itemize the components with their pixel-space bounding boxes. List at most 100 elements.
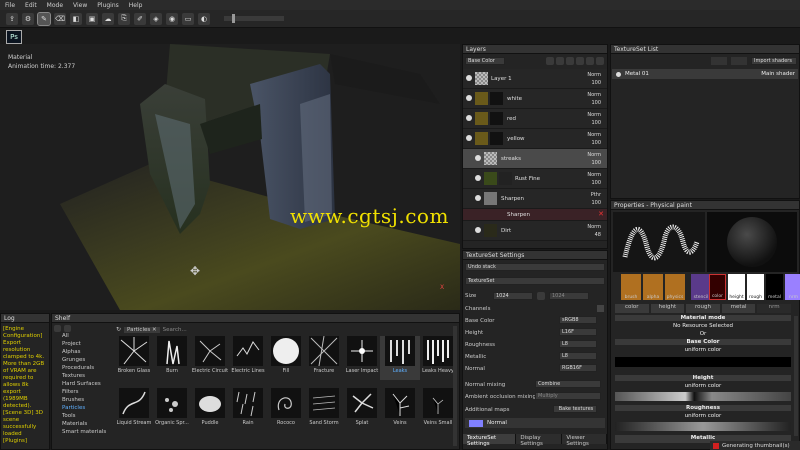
layer-blend[interactable]: Norm 100 [587,131,601,147]
bake-textures-button[interactable]: Bake textures [553,405,597,413]
color-picker-icon[interactable]: ✐ [134,12,146,25]
close-icon[interactable]: ✕ [598,210,604,218]
visibility-eye-icon[interactable] [466,75,472,81]
layer-blend[interactable]: Norm 100 [587,91,601,107]
shelf-item[interactable]: Rain [228,388,268,432]
channel-format[interactable]: L8 [559,340,597,348]
tab-metal[interactable]: metal [721,304,756,313]
shelf-search-input[interactable]: Search... [163,327,187,333]
toolbar-slider[interactable] [224,14,284,23]
shelf-item[interactable]: Sand Storm [304,388,344,432]
visibility-eye-icon[interactable] [475,195,481,201]
channel-select[interactable]: Base Color [465,57,505,65]
layer-row[interactable]: Layer 1 Norm 100 [463,69,607,89]
tab-height[interactable]: height [650,304,685,313]
layer-row[interactable]: red Norm 100 [463,109,607,129]
shelf-item[interactable]: Rococo [266,388,306,432]
menu-file[interactable]: File [5,2,15,9]
chip-alpha[interactable]: alpha [643,274,663,300]
material-mode-header[interactable]: Material mode [615,315,791,321]
tab-color[interactable]: color [615,304,649,313]
menu-plugins[interactable]: Plugins [97,2,119,9]
roughness-header[interactable]: Roughness [615,405,791,411]
import-shaders-button[interactable]: Import shaders [751,57,797,65]
visibility-eye-icon[interactable] [466,135,472,141]
tab-nrm[interactable]: nrm [757,304,791,313]
category-procedurals[interactable]: Procedurals [52,364,112,372]
shelf-item[interactable]: Fill [266,336,306,380]
eraser-icon[interactable]: ⌫ [54,12,66,25]
menu-edit[interactable]: Edit [25,2,37,9]
channel-format[interactable]: L16F [559,328,597,336]
category-all[interactable]: All [52,332,112,340]
shelf-item[interactable]: Splat [342,388,382,432]
projection-icon[interactable]: ◧ [70,12,82,25]
visibility-eye-icon[interactable] [466,95,472,101]
undo-stack[interactable]: Undo stack [465,263,605,271]
refresh-icon[interactable]: ↻ [116,326,121,333]
layer-blend[interactable]: Norm 100 [587,71,601,87]
layer-blend[interactable]: Pthr 100 [591,191,601,207]
category-particles[interactable]: Particles [52,404,112,412]
delete-layer-icon[interactable] [596,57,604,65]
layer-row-drag[interactable]: Sharpen ✕ [463,209,607,221]
tab-rough[interactable]: rough [686,304,720,313]
layer-row[interactable]: white Norm 100 [463,89,607,109]
shelf-item[interactable]: Broken Glass [114,336,154,380]
filter-tag[interactable]: Particles ✕ [124,326,160,333]
shelf-item-selected[interactable]: Leaks [380,336,420,380]
textureset-item[interactable]: Metal 01 Main shader [612,69,798,79]
shelf-item[interactable]: Puddle [190,388,230,432]
import-icon[interactable] [64,325,71,332]
shelf-item[interactable]: Electric Lines [228,336,268,380]
shelf-item[interactable]: Organic Spr... [152,388,192,432]
share-icon[interactable]: ⇪ [6,12,18,25]
layer-blend[interactable]: Norm 48 [587,223,601,239]
visibility-eye-icon[interactable] [475,175,481,181]
category-filters[interactable]: Filters [52,388,112,396]
3d-viewport[interactable]: Material Animation time: 2.377 ✥ X [0,44,460,310]
height-header[interactable]: Height [615,375,791,381]
normal-map-row[interactable]: Normal [465,418,605,428]
ao-mixing-select[interactable]: Multiply [535,392,601,400]
camera-icon[interactable]: ◉ [166,12,178,25]
lock-icon[interactable] [537,292,545,300]
visibility-eye-icon[interactable] [475,155,481,161]
shelf-item[interactable]: Veins [380,388,420,432]
shader-name[interactable]: Main shader [761,71,795,77]
chip-rough[interactable]: rough [747,274,764,300]
menu-help[interactable]: Help [129,2,143,9]
polygon-fill-icon[interactable]: ▣ [86,12,98,25]
layer-row[interactable]: Rust Fine Norm 100 [463,169,607,189]
visibility-eye-icon[interactable] [475,227,481,233]
shelf-item[interactable]: Leaks Heavy [418,336,458,380]
height-slider[interactable] [615,392,791,401]
category-project[interactable]: Project [52,340,112,348]
chip-color[interactable]: color [709,274,726,300]
add-channel-icon[interactable] [597,305,604,312]
base-color-swatch[interactable] [615,357,791,367]
layer-row[interactable]: Sharpen Pthr 100 [463,189,607,209]
layer-blend[interactable]: Norm 100 [587,171,601,187]
category-textures[interactable]: Textures [52,372,112,380]
chip-metal[interactable]: metal [766,274,783,300]
shelf-item[interactable]: Burn [152,336,192,380]
layer-row-selected[interactable]: streaks Norm 100 [463,149,607,169]
photoshop-export-button[interactable]: Ps [6,30,22,44]
shelf-item[interactable]: Veins Small [418,388,458,432]
light-rotate-icon[interactable]: ✥ [190,264,200,278]
tab-textureset-settings[interactable]: TextureSet Settings [463,434,517,447]
add-layer-icon[interactable] [546,57,554,65]
shelf-item[interactable]: Laser Impact [342,336,382,380]
settings-icon[interactable]: ⚙ [22,12,34,25]
category-smart-materials[interactable]: Smart materials [52,428,112,436]
screenshot-icon[interactable]: ▭ [182,12,194,25]
tsl-button-2[interactable] [731,57,747,65]
geometry-mask-icon[interactable]: ◈ [150,12,162,25]
channel-format[interactable]: RGB16F [559,364,597,372]
shelf-item[interactable]: Electric Circuit [190,336,230,380]
add-folder-icon[interactable] [586,57,594,65]
shelf-item[interactable]: Liquid Stream [114,388,154,432]
category-tools[interactable]: Tools [52,412,112,420]
chip-physics[interactable]: physics [665,274,685,300]
